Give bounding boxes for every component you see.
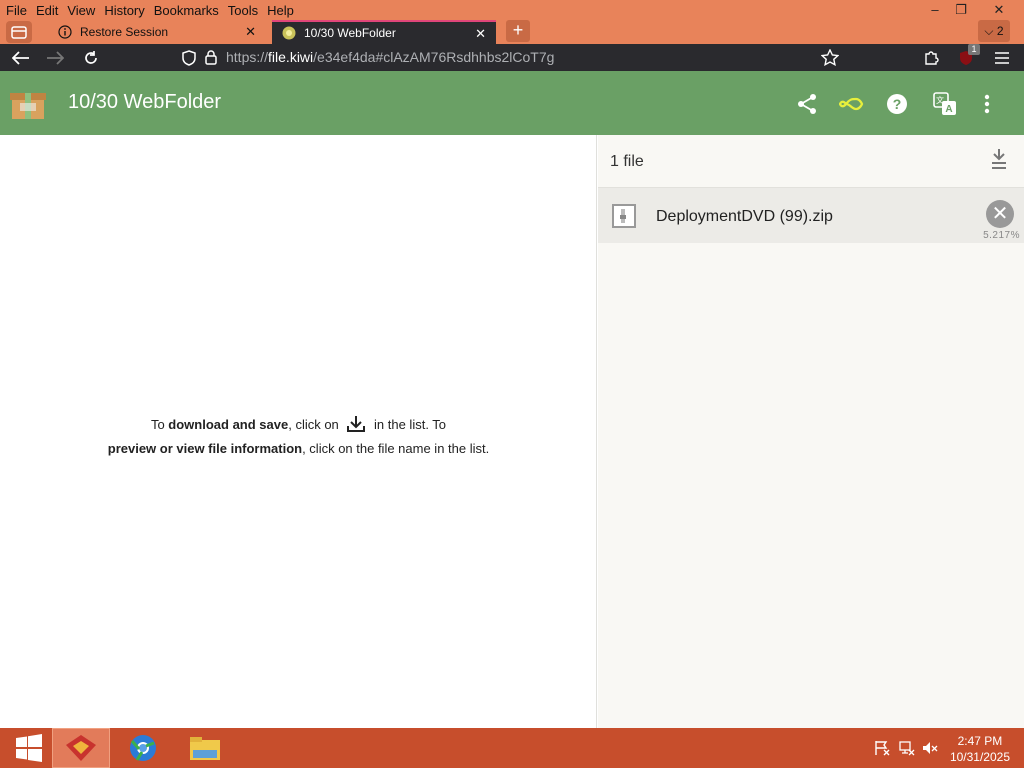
help-text-part: To [150, 417, 169, 432]
menu-history[interactable]: History [104, 3, 144, 18]
clock-date: 10/31/2025 [949, 750, 1010, 764]
taskbar-chrome[interactable] [114, 728, 172, 768]
tab-restore-session[interactable]: Restore Session ✕ [48, 20, 266, 44]
tab-list-button[interactable] [6, 21, 32, 43]
menu-bar: File Edit View History Bookmarks Tools H… [0, 0, 1024, 20]
preview-pane: To download and save, click on in the li… [0, 135, 597, 728]
site-info-button[interactable] [198, 44, 224, 71]
new-tab-button[interactable]: + [506, 20, 530, 42]
help-button[interactable]: ? [884, 91, 910, 117]
help-text-part: in the list. To [370, 417, 447, 432]
download-all-icon [992, 149, 1006, 169]
chevron-down-icon: ⌵ [984, 24, 994, 38]
help-text-part: , click on the file name in the list. [302, 441, 490, 456]
file-name[interactable]: DeploymentDVD (99).zip [656, 208, 833, 226]
network-icon[interactable] [899, 740, 915, 761]
system-clock[interactable]: 2:47 PM 10/31/2025 [950, 733, 1010, 765]
url-scheme: https:// [226, 49, 269, 65]
translate-icon: A文 [933, 92, 956, 115]
share-icon [798, 94, 816, 114]
app-title: 10/30 WebFolder [68, 91, 222, 113]
close-tab-button[interactable]: ✕ [245, 24, 256, 40]
shield-icon [182, 49, 196, 66]
forward-button[interactable] [42, 44, 68, 71]
tab-label: 10/30 WebFolder [304, 26, 396, 40]
cancel-download-button[interactable]: ✕ [986, 200, 1014, 228]
menu-edit[interactable]: Edit [36, 3, 58, 18]
tabs-list-icon [11, 26, 27, 39]
volume-muted-icon[interactable] [922, 740, 938, 761]
info-icon [58, 25, 72, 39]
app-menu-button[interactable] [989, 44, 1015, 71]
back-arrow-icon [12, 50, 29, 65]
menu-help[interactable]: Help [267, 3, 294, 18]
start-button[interactable] [0, 728, 58, 768]
infinite-button[interactable] [839, 91, 865, 117]
zip-file-icon [612, 204, 636, 228]
close-window-button[interactable]: ✕ [984, 0, 1014, 20]
infinity-icon [839, 97, 864, 111]
globe-app-icon [130, 735, 156, 761]
address-bar[interactable]: https://file.kiwi/e34ef4da#clAzAM76Rsdhh… [226, 44, 554, 71]
puzzle-icon [925, 50, 939, 65]
svg-text:文: 文 [936, 95, 944, 105]
taskbar-file-explorer[interactable] [176, 728, 234, 768]
taskbar: 2:47 PM 10/31/2025 [0, 728, 1024, 768]
help-text-bold: preview or view file information [107, 441, 303, 456]
reload-button[interactable] [78, 44, 104, 71]
taskbar-firefox[interactable] [52, 728, 110, 768]
app-header: 10/30 WebFolder ? A文 [0, 71, 1024, 135]
file-row[interactable]: DeploymentDVD (99).zip ✕ 5.217% [598, 187, 1024, 243]
kiwi-favicon-icon [282, 26, 296, 40]
star-icon [821, 49, 839, 66]
more-vertical-icon [984, 94, 990, 114]
windows-logo-icon [16, 734, 42, 762]
action-center-flag-icon[interactable] [874, 740, 890, 761]
navigation-bar: https://file.kiwi/e34ef4da#clAzAM76Rsdhh… [0, 44, 1024, 71]
tab-webfolder[interactable]: 10/30 WebFolder ✕ [272, 20, 496, 44]
help-text: To download and save, click on in the li… [0, 415, 597, 459]
menu-tools[interactable]: Tools [228, 3, 258, 18]
download-progress: 5.217% [983, 230, 1020, 241]
webfolder-logo-icon [10, 87, 46, 126]
folder-app-icon [190, 737, 220, 760]
svg-text:?: ? [893, 96, 902, 112]
file-count: 1 file [610, 153, 644, 170]
more-options-button[interactable] [974, 91, 1000, 117]
file-list-pane: 1 file DeploymentDVD (99).zip ✕ 5.217% [598, 135, 1024, 728]
list-all-tabs-button[interactable]: ⌵ 2 [978, 20, 1010, 42]
share-button[interactable] [794, 91, 820, 117]
menu-bookmarks[interactable]: Bookmarks [154, 3, 219, 18]
url-path: /e34ef4da#clAzAM76Rsdhhbs2lCoT7g [313, 49, 555, 65]
close-icon: ✕ [991, 203, 1009, 225]
close-tab-button[interactable]: ✕ [475, 26, 486, 42]
tab-label: Restore Session [80, 25, 169, 39]
reload-icon [85, 50, 97, 64]
extension-badge: 1 [968, 44, 980, 55]
svg-text:A: A [945, 104, 952, 115]
bookmark-button[interactable] [817, 44, 843, 71]
browser-app-icon [66, 735, 96, 761]
menu-file[interactable]: File [6, 3, 27, 18]
hamburger-menu-icon [995, 51, 1009, 64]
restore-button[interactable]: ❐ [946, 0, 976, 20]
clock-time: 2:47 PM [957, 734, 1003, 748]
forward-arrow-icon [47, 50, 64, 65]
help-text-part: , click on [288, 417, 343, 432]
translate-button[interactable]: A文 [932, 91, 958, 117]
extensions-button[interactable] [918, 44, 944, 71]
back-button[interactable] [8, 44, 34, 71]
lock-icon [205, 50, 217, 65]
download-icon [346, 415, 366, 439]
help-icon: ? [887, 94, 907, 114]
help-text-bold: download and save [168, 417, 289, 432]
tab-count: 2 [996, 24, 1004, 38]
url-host: file.kiwi [268, 49, 314, 65]
main-content: To download and save, click on in the li… [0, 135, 1024, 728]
menu-view[interactable]: View [67, 3, 95, 18]
download-all-button[interactable] [988, 147, 1010, 171]
browser-window: File Edit View History Bookmarks Tools H… [0, 0, 1024, 728]
